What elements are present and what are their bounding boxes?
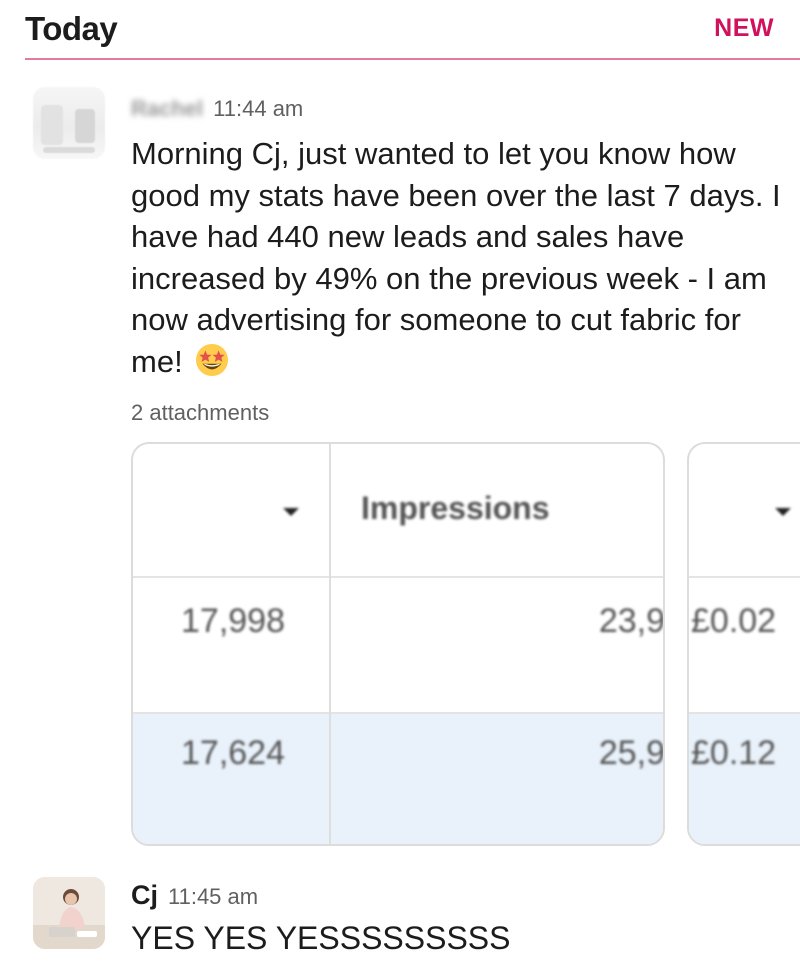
message-text: Morning Cj, just wanted to let you know …	[131, 133, 791, 382]
table-cell: 17,998	[181, 602, 285, 640]
avatar-photo	[33, 877, 105, 949]
sender-name[interactable]: Cj	[131, 880, 158, 911]
table-row-divider	[133, 712, 663, 714]
star-struck-emoji	[196, 343, 229, 376]
attachment-image[interactable]: £0.02 £0.12	[687, 442, 800, 846]
table-row-divider	[689, 576, 800, 578]
table-header-impressions: Impressions	[361, 490, 550, 526]
message-meta: Rachel 11:44 am	[131, 96, 303, 122]
table-cell: £0.12	[691, 734, 777, 772]
table-cell: 25,9	[598, 734, 665, 772]
sort-caret-icon	[283, 508, 299, 516]
message-body: YES YES YESSSSSSSSS	[131, 920, 511, 956]
table-column-divider	[329, 444, 331, 844]
attachment-image[interactable]: Impressions 17,998 23,9 17,624 25,9	[131, 442, 665, 846]
table-row-divider	[689, 712, 800, 714]
table-row-divider	[133, 576, 663, 578]
table-cell: 17,624	[181, 734, 285, 772]
sort-caret-icon	[775, 508, 791, 516]
table-row-highlight	[689, 712, 800, 844]
table-cell: £0.02	[691, 602, 777, 640]
timestamp[interactable]: 11:44 am	[213, 96, 303, 122]
new-messages-divider	[25, 58, 800, 60]
table-cell: 23,9	[598, 602, 665, 640]
sender-name[interactable]: Rachel	[131, 96, 203, 122]
avatar[interactable]	[33, 87, 105, 159]
new-messages-badge: NEW	[714, 14, 774, 42]
date-header-title: Today	[25, 10, 118, 47]
timestamp[interactable]: 11:45 am	[168, 884, 258, 910]
avatar[interactable]	[33, 877, 105, 949]
table-row-highlight	[133, 712, 663, 844]
message-meta: Cj 11:45 am	[131, 880, 258, 911]
attachments-label: 2 attachments	[131, 400, 270, 425]
